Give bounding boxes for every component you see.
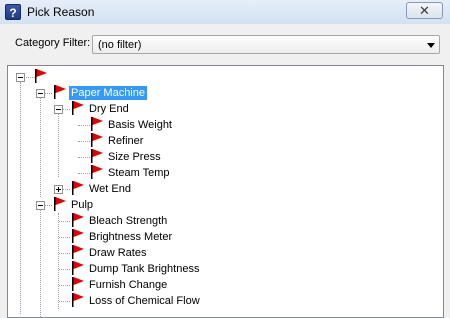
tree-connector	[58, 213, 59, 309]
title-bar: ? Pick Reason ✕	[0, 0, 450, 24]
tree-node-loss-of-chemical-flow[interactable]: Loss of Chemical Flow	[87, 294, 202, 308]
flag-icon	[71, 293, 85, 307]
tree-connector	[59, 237, 70, 238]
collapse-toggle-root[interactable]	[16, 73, 25, 82]
tree-connector	[59, 221, 70, 222]
tree-node-draw-rates[interactable]: Draw Rates	[87, 246, 148, 260]
category-filter-value: (no filter)	[98, 39, 142, 51]
tree-node-wet-end[interactable]: Wet End	[87, 182, 133, 196]
close-button[interactable]: ✕	[406, 2, 443, 19]
flag-icon	[71, 229, 85, 243]
reason-tree[interactable]: Paper Machine Dry End Basis Weight Refin…	[7, 65, 444, 318]
flag-icon	[90, 117, 104, 131]
tree-connector	[78, 157, 90, 158]
flag-icon	[71, 213, 85, 227]
collapse-toggle-paper-machine[interactable]	[36, 89, 45, 98]
collapse-toggle-pulp[interactable]	[36, 201, 45, 210]
flag-icon	[71, 261, 85, 275]
category-filter-label: Category Filter:	[15, 37, 91, 49]
flag-icon	[90, 133, 104, 147]
tree-node-basis-weight[interactable]: Basis Weight	[106, 118, 174, 132]
tree-connector	[59, 253, 70, 254]
chevron-down-icon[interactable]	[427, 43, 435, 48]
pick-reason-dialog: ? Pick Reason ✕ Category Filter: (no fil…	[0, 0, 450, 318]
flag-icon	[90, 165, 104, 179]
tree-node-brightness-meter[interactable]: Brightness Meter	[87, 230, 174, 244]
flag-icon	[71, 101, 85, 115]
tree-connector	[59, 301, 70, 302]
close-icon: ✕	[419, 3, 430, 18]
help-icon: ?	[5, 4, 21, 20]
flag-icon	[71, 277, 85, 291]
flag-icon	[53, 85, 67, 99]
tree-connector	[78, 125, 90, 126]
tree-node-dump-tank-brightness[interactable]: Dump Tank Brightness	[87, 262, 201, 276]
tree-connector	[20, 82, 21, 314]
dialog-body: Category Filter: (no filter) Paper Machi…	[0, 24, 450, 318]
tree-node-refiner[interactable]: Refiner	[106, 134, 145, 148]
tree-connector	[59, 285, 70, 286]
collapse-toggle-dry-end[interactable]	[54, 105, 63, 114]
tree-connector	[78, 173, 90, 174]
tree-node-furnish-change[interactable]: Furnish Change	[87, 278, 169, 292]
tree-connector	[40, 209, 41, 317]
tree-node-dry-end[interactable]: Dry End	[87, 102, 131, 116]
tree-node-steam-temp[interactable]: Steam Temp	[106, 166, 172, 180]
tree-connector	[40, 97, 41, 197]
tree-node-paper-machine[interactable]: Paper Machine	[69, 86, 147, 100]
flag-icon	[34, 69, 48, 83]
tree-connector	[78, 141, 90, 142]
tree-node-bleach-strength[interactable]: Bleach Strength	[87, 214, 169, 228]
flag-icon	[71, 245, 85, 259]
category-filter-select[interactable]: (no filter)	[92, 35, 440, 54]
flag-icon	[71, 181, 85, 195]
expand-toggle-wet-end[interactable]	[54, 185, 63, 194]
tree-connector	[59, 269, 70, 270]
tree-node-size-press[interactable]: Size Press	[106, 150, 163, 164]
flag-icon	[53, 197, 67, 211]
tree-connector	[58, 113, 59, 177]
tree-node-pulp[interactable]: Pulp	[69, 198, 95, 212]
window-title: Pick Reason	[27, 5, 95, 19]
flag-icon	[90, 149, 104, 163]
